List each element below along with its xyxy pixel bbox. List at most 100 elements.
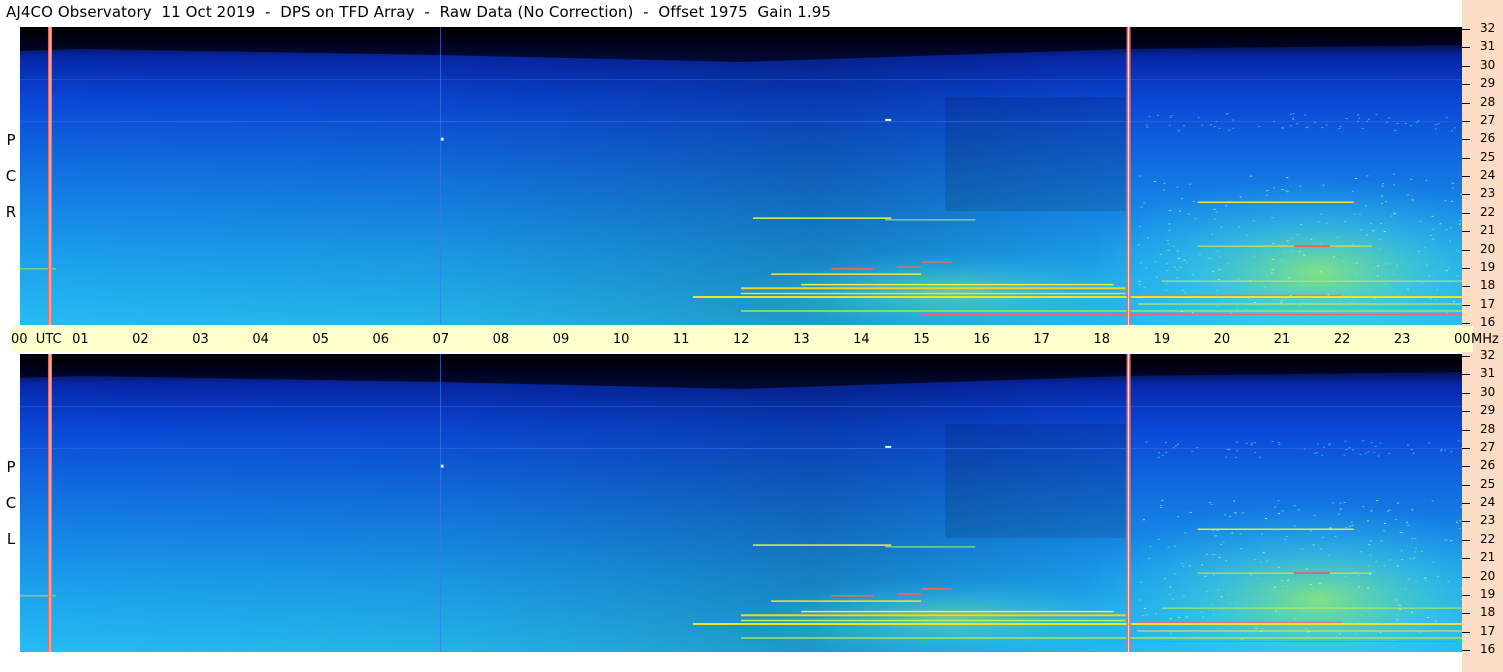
noise-dot <box>1434 124 1437 126</box>
noise-dot <box>1362 440 1365 442</box>
noise-dot <box>1432 561 1435 563</box>
frequency-tick-mark <box>1462 176 1470 177</box>
noise-dot <box>1365 234 1368 236</box>
frequency-tick-mark <box>1462 249 1470 251</box>
noise-dot <box>1218 556 1221 558</box>
noise-dot <box>1286 240 1289 242</box>
noise-dot <box>1317 221 1320 223</box>
noise-dot <box>1228 129 1231 131</box>
noise-dot <box>1460 506 1462 508</box>
noise-dot <box>1404 123 1407 125</box>
noise-dot <box>1197 117 1200 119</box>
noise-dot <box>1325 222 1328 224</box>
time-tick-label: 17 <box>1033 332 1050 347</box>
noise-dot <box>1361 128 1364 130</box>
noise-dot <box>1461 588 1462 590</box>
noise-dot <box>1138 599 1141 601</box>
noise-dot <box>1176 250 1179 252</box>
noise-dot <box>1211 554 1214 556</box>
noise-dot <box>1253 442 1256 444</box>
frequency-tick-mark <box>1462 392 1470 394</box>
noise-dot <box>1400 550 1403 552</box>
noise-dot <box>1405 603 1408 605</box>
noise-dot <box>1432 238 1435 240</box>
noise-dot <box>1217 295 1220 297</box>
frequency-tick-mark <box>1462 613 1470 615</box>
noise-dot <box>1281 637 1284 639</box>
noise-dot <box>1297 605 1300 607</box>
noise-dot <box>1283 300 1286 302</box>
noise-dot <box>1146 237 1149 239</box>
noise-dot <box>1407 524 1410 526</box>
noise-dot <box>1404 588 1407 590</box>
noise-dot <box>1396 264 1399 266</box>
noise-dot <box>1374 446 1377 448</box>
noise-dot <box>1381 203 1384 205</box>
time-tick-label: 06 <box>372 332 390 347</box>
time-tick-label: 04 <box>252 332 269 347</box>
noise-dot <box>1348 447 1351 449</box>
noise-dot <box>1328 443 1331 445</box>
noise-dot <box>1250 574 1253 576</box>
noise-dot <box>1358 117 1361 119</box>
spectrogram-svg <box>20 27 1462 325</box>
noise-dot <box>1209 258 1212 260</box>
noise-dot <box>1432 228 1435 230</box>
noise-dot <box>1382 183 1385 185</box>
noise-dot <box>1322 446 1325 448</box>
noise-dot <box>1189 511 1192 513</box>
noise-dot <box>1450 200 1453 202</box>
noise-dot <box>1138 284 1141 286</box>
noise-dot <box>1255 627 1258 629</box>
noise-dot <box>1458 220 1461 222</box>
noise-dot <box>1383 231 1386 233</box>
frequency-tick-mark <box>1462 120 1470 122</box>
noise-dot <box>1409 557 1412 559</box>
noise-dot <box>1236 608 1239 610</box>
noise-dot <box>1448 240 1451 242</box>
noise-dot <box>1188 565 1191 567</box>
noise-dot <box>1392 273 1395 275</box>
noise-dot <box>1286 177 1289 179</box>
noise-dot <box>1172 245 1175 247</box>
noise-dot <box>1228 449 1231 451</box>
noise-dot <box>1168 230 1171 232</box>
noise-dot <box>1210 604 1213 606</box>
noise-dot <box>1143 287 1146 289</box>
noise-dot <box>1444 200 1447 202</box>
time-tick-label: 05 <box>312 332 329 347</box>
noise-dot <box>1281 188 1284 190</box>
noise-dot <box>1366 121 1369 123</box>
noise-dot <box>1409 125 1412 127</box>
noise-dot <box>1236 450 1239 452</box>
noise-dot <box>1309 530 1312 532</box>
noise-dot <box>1285 190 1288 192</box>
noise-dot <box>1213 218 1216 220</box>
noise-dot <box>1373 298 1376 300</box>
noise-dot <box>1327 294 1330 296</box>
noise-dot <box>1445 229 1448 231</box>
frequency-tick-mark <box>1462 286 1470 288</box>
time-axis-unit: MHz <box>1471 332 1499 347</box>
noise-dot <box>1370 510 1373 512</box>
noise-dot <box>1297 305 1300 307</box>
noise-dot <box>1254 301 1257 303</box>
time-tick-label: 00 UTC <box>11 332 62 347</box>
noise-dot <box>1169 210 1172 212</box>
noise-dot <box>1174 445 1177 447</box>
frequency-tick-label: 25 <box>1480 149 1496 164</box>
noise-dot <box>1235 456 1238 458</box>
noise-dot <box>1271 217 1274 219</box>
noise-dot <box>1158 452 1161 454</box>
noise-dot <box>1345 449 1348 451</box>
frequency-tick-mark <box>1462 139 1470 141</box>
frequency-tick-label: 22 <box>1480 531 1496 546</box>
noise-dot <box>1349 293 1352 295</box>
noise-dot <box>1429 235 1432 237</box>
noise-dot <box>1383 530 1386 532</box>
noise-dot <box>1348 525 1351 527</box>
noise-dot <box>1351 524 1354 526</box>
frequency-tick-mark <box>1462 102 1470 104</box>
noise-dot <box>1360 229 1363 231</box>
frequency-tick-mark <box>1462 466 1470 468</box>
